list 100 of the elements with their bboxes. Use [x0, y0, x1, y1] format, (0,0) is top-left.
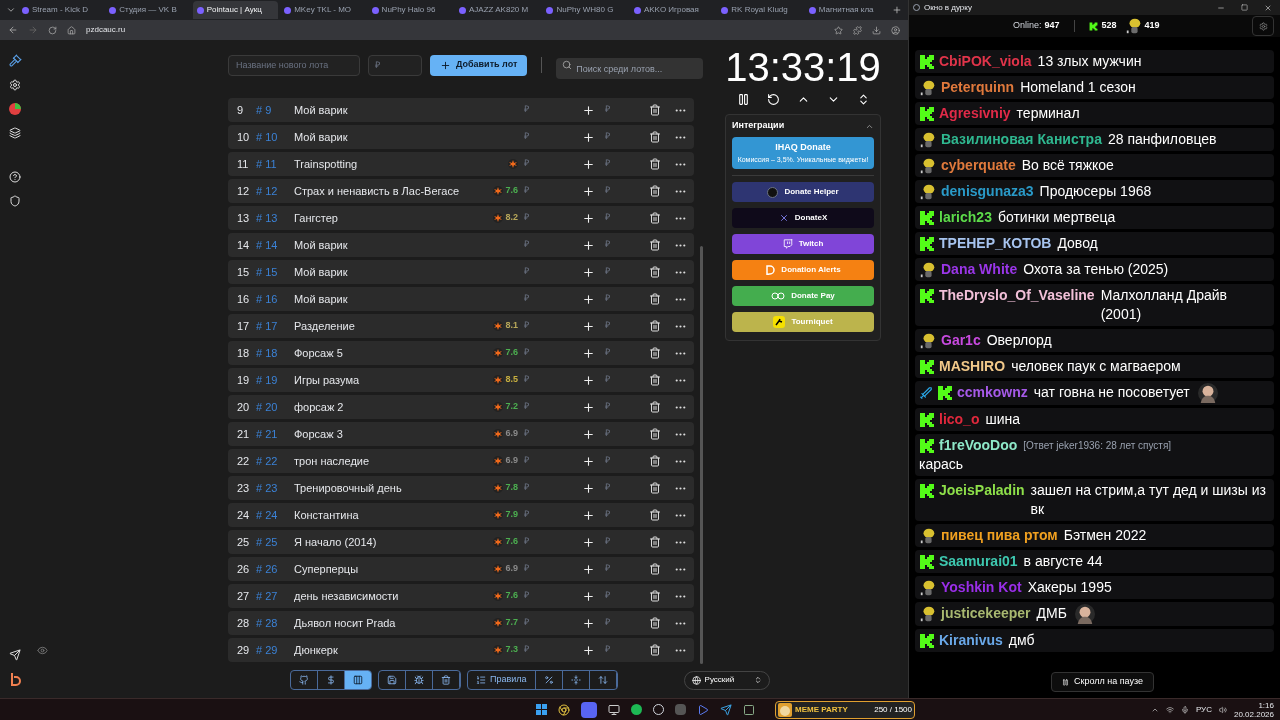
language-indicator[interactable]: РУС	[1195, 703, 1212, 716]
lot-name[interactable]: Дюнкерк	[294, 641, 478, 659]
lot-id[interactable]: # 12	[256, 182, 294, 200]
download-icon[interactable]	[872, 25, 881, 35]
b-logo-icon[interactable]	[9, 673, 21, 686]
chat-username[interactable]: Peterquinn	[941, 78, 1015, 97]
lot-name[interactable]: Мой варик	[294, 101, 478, 119]
app-icon[interactable]	[743, 703, 755, 716]
lot-id[interactable]: # 18	[256, 344, 294, 362]
search-field[interactable]: Поиск среди лотов...	[556, 58, 703, 79]
lot-id[interactable]: # 17	[256, 317, 294, 335]
chat-username[interactable]: justicekeeper	[941, 604, 1031, 623]
chat-username[interactable]: пивец пива ртом	[941, 526, 1058, 545]
lot-name[interactable]: Страх и ненависть в Лас-Вегасе	[294, 182, 478, 200]
chat-username[interactable]: Kiranivus	[939, 631, 1003, 650]
lot-id[interactable]: # 14	[256, 236, 294, 254]
new-tab-icon[interactable]	[892, 5, 903, 15]
browser-tab[interactable]: NuPhy WH80 G	[542, 1, 628, 19]
help-icon[interactable]	[9, 171, 21, 183]
start-icon[interactable]	[536, 704, 547, 715]
lot-id[interactable]: # 28	[256, 614, 294, 632]
lot-id[interactable]: # 19	[256, 371, 294, 389]
chat-username[interactable]: cyberquate	[941, 156, 1016, 175]
bookmark-icon[interactable]	[834, 25, 843, 35]
lot-name[interactable]: Дьявол носит Prada	[294, 614, 478, 632]
pause-icon[interactable]	[736, 93, 750, 106]
lot-name[interactable]: Суперперцы	[294, 560, 478, 578]
browser-icon[interactable]	[558, 703, 570, 716]
lot-id[interactable]: # 22	[256, 452, 294, 470]
chat-username[interactable]: Yoshkin Kot	[941, 578, 1022, 597]
home-icon[interactable]	[67, 25, 76, 35]
tool-button[interactable]: Правила	[468, 671, 536, 689]
lot-id[interactable]: # 11	[256, 155, 294, 173]
profile-icon[interactable]	[891, 25, 900, 35]
lot-name[interactable]: форсаж 2	[294, 398, 478, 416]
back-icon[interactable]	[8, 25, 18, 35]
lot-id[interactable]: # 29	[256, 641, 294, 659]
lot-id[interactable]: # 16	[256, 290, 294, 308]
browser-tab[interactable]: Pointauc | Аукц	[192, 1, 279, 19]
discord-icon[interactable]	[581, 701, 597, 718]
chat-username[interactable]: larich23	[939, 208, 992, 227]
lot-name[interactable]: Тренировочный день	[294, 479, 478, 497]
integration-button[interactable]: Twitch	[732, 234, 874, 254]
lot-id[interactable]: # 25	[256, 533, 294, 551]
lot-id[interactable]: # 24	[256, 506, 294, 524]
browser-tab[interactable]: MKey TKL - MO	[280, 1, 366, 19]
chat-username[interactable]: Dana White	[941, 260, 1018, 279]
browser-tab[interactable]: AJAZZ AK820 M	[455, 1, 541, 19]
lot-id[interactable]: # 9	[256, 101, 294, 119]
tool-button[interactable]	[345, 671, 371, 689]
lot-name[interactable]: Мой варик	[294, 236, 478, 254]
reload-icon[interactable]	[48, 25, 57, 35]
settings-icon[interactable]	[9, 79, 21, 91]
network-icon[interactable]	[1165, 705, 1174, 714]
browser-tab[interactable]: Магнитная кла	[804, 1, 891, 19]
reset-icon[interactable]	[766, 93, 780, 106]
browser-tab[interactable]: Stream - Kick D	[17, 1, 104, 19]
lot-name[interactable]: Гангстер	[294, 209, 478, 227]
spotify-icon[interactable]	[631, 704, 642, 715]
volume-icon[interactable]	[1218, 705, 1227, 714]
shield-icon[interactable]	[9, 195, 21, 207]
lot-name[interactable]: Trainspotting	[294, 155, 478, 173]
maximize-icon[interactable]	[1241, 4, 1248, 11]
lot-id[interactable]: # 27	[256, 587, 294, 605]
browser-tab[interactable]: NuPhy Halo 96	[367, 1, 454, 19]
lot-id[interactable]: # 10	[256, 128, 294, 146]
integration-button[interactable]: DonateX	[732, 208, 874, 228]
player-icon[interactable]	[697, 703, 709, 716]
lot-name[interactable]: Игры разума	[294, 371, 478, 389]
lot-name[interactable]: Мой варик	[294, 290, 478, 308]
add-lot-button[interactable]: Добавить лот	[430, 54, 528, 76]
lot-id[interactable]: # 21	[256, 425, 294, 443]
lot-id[interactable]: # 23	[256, 479, 294, 497]
lot-id[interactable]: # 15	[256, 263, 294, 281]
pie-chart-icon[interactable]	[9, 103, 21, 115]
lot-name[interactable]: Я начало (2014)	[294, 533, 478, 551]
chat-username[interactable]: CbiPOK_viola	[939, 52, 1032, 71]
scroll-paused-toast[interactable]: Скролл на паузе	[1051, 672, 1155, 692]
chat-username[interactable]: denisgunaza3	[941, 182, 1034, 201]
chat-username[interactable]: f1reVooDoo	[939, 436, 1018, 455]
chat-username[interactable]: Agresivniy	[939, 104, 1011, 123]
browser-tab[interactable]: Студия — VK В	[105, 1, 191, 19]
microphone-icon[interactable]	[1180, 705, 1189, 714]
chat-username[interactable]: lico_o	[939, 410, 980, 429]
tab-search-icon[interactable]	[6, 5, 16, 15]
scrollbar-thumb[interactable]	[700, 246, 703, 664]
lot-name[interactable]: Разделение	[294, 317, 478, 335]
lot-name[interactable]: день независимости	[294, 587, 478, 605]
lot-name[interactable]: Мой варик	[294, 128, 478, 146]
integration-button[interactable]: Donate Helper	[732, 182, 874, 202]
browser-tab[interactable]: AKKO Игровая	[629, 1, 716, 19]
chat-username[interactable]: JoeisPaladin	[939, 481, 1025, 500]
chat-username[interactable]: ccmkownz	[957, 383, 1028, 402]
chat-username[interactable]: Saamurai01	[939, 552, 1018, 571]
lot-name[interactable]: Форсаж 5	[294, 344, 478, 362]
extensions-icon[interactable]	[853, 25, 862, 35]
telegram-icon[interactable]	[720, 703, 732, 716]
visibility-icon[interactable]	[36, 645, 48, 656]
chat-username[interactable]: TheDryslo_Of_Vaseline	[939, 286, 1095, 305]
lot-id[interactable]: # 13	[256, 209, 294, 227]
